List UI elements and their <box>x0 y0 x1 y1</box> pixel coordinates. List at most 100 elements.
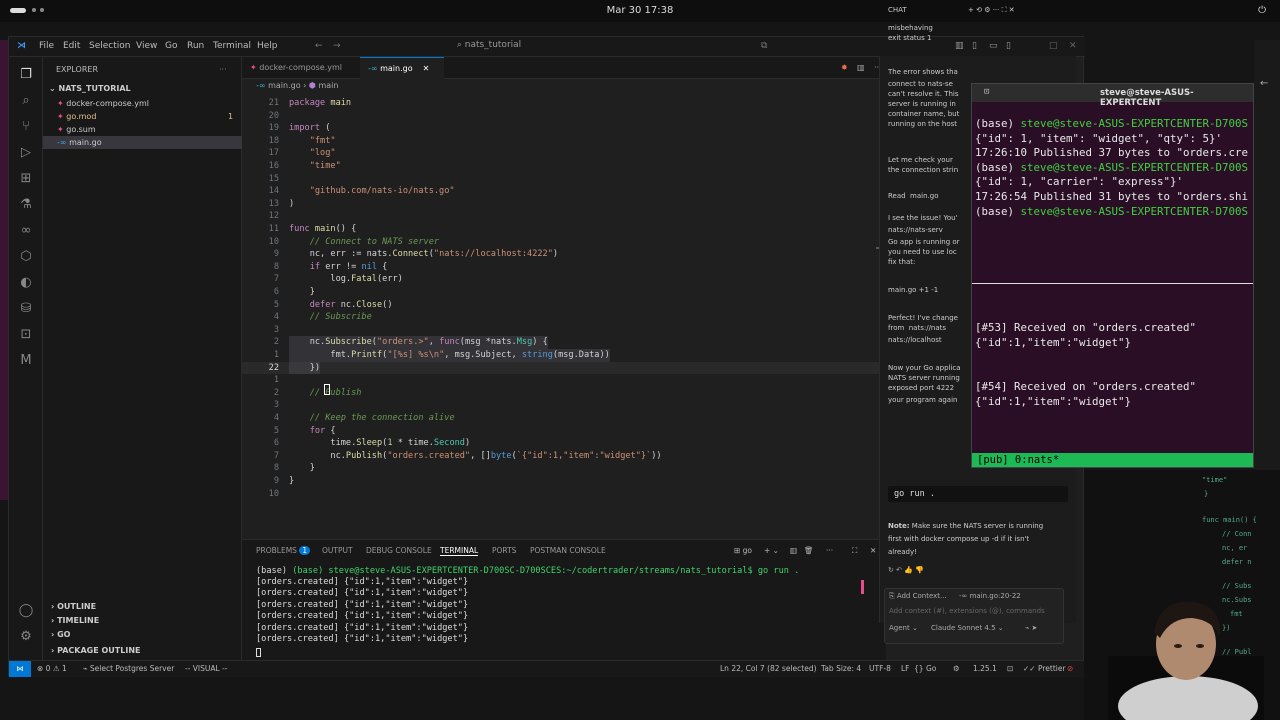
menu-go[interactable]: Go <box>165 41 177 51</box>
go-section[interactable]: › GO <box>43 628 242 641</box>
git-graph-icon[interactable]: ◐ <box>18 275 34 291</box>
menu-terminal[interactable]: Terminal <box>213 41 251 51</box>
prettier-status[interactable]: ✓✓ Prettier <box>1023 664 1066 673</box>
kill-terminal-icon[interactable]: 🗑 <box>804 546 814 555</box>
undo-icon[interactable]: ↶ <box>896 566 904 574</box>
send-icon[interactable]: ⌁ ➤ <box>1025 624 1037 634</box>
thumbs-up-icon[interactable]: 👍 <box>904 566 915 574</box>
retry-icon[interactable]: ↻ <box>888 566 896 574</box>
manage-gear-icon[interactable]: ⚙ <box>18 629 34 645</box>
tab-ports[interactable]: PORTS <box>492 546 516 555</box>
terminal-scrollbar[interactable] <box>861 580 864 594</box>
more-actions-icon[interactable]: ··· <box>826 546 833 555</box>
terminal-go-icon[interactable]: ⊞ go <box>734 546 752 555</box>
account-icon[interactable]: ◯ <box>18 603 34 619</box>
history-icon[interactable]: ⟲ <box>976 6 984 14</box>
power-icon[interactable]: ⏻ <box>1258 5 1266 16</box>
back-arrow-icon[interactable]: ← <box>315 41 323 51</box>
code-line[interactable]: 1 fmt.Printf("[%s] %s\n", msg.Subject, s… <box>242 349 886 362</box>
docker-icon[interactable]: ⬡ <box>18 249 34 265</box>
code-line[interactable]: 12 <box>242 210 886 223</box>
maximize-icon[interactable]: □ <box>1049 41 1058 51</box>
file-docker-compose[interactable]: ✦ docker-compose.yml <box>43 97 242 110</box>
copilot-status-icon[interactable]: ⊡ <box>1007 664 1013 673</box>
code-line[interactable]: 3 <box>242 324 886 337</box>
code-line[interactable]: 10 <box>242 488 886 501</box>
breadcrumb-symbol[interactable]: main <box>318 81 338 90</box>
explorer-icon[interactable]: ❐ <box>18 67 34 83</box>
breadcrumb-file[interactable]: main.go <box>268 81 301 90</box>
package-outline-section[interactable]: › PACKAGE OUTLINE <box>43 644 242 657</box>
file-go-mod[interactable]: ✦ go.mod 1 <box>43 110 242 123</box>
code-line[interactable]: 15 <box>242 173 886 186</box>
chat-input-box[interactable]: ⎘ Add Context... -∞ main.go:20-22 Add co… <box>884 588 1064 644</box>
toggle-panel-icon[interactable]: ▭ <box>989 41 998 51</box>
tab-debug-console[interactable]: DEBUG CONSOLE <box>366 546 432 555</box>
code-line[interactable]: 2 nc.Subscribe("orders.>", func(msg *nat… <box>242 336 886 349</box>
toggle-secondary-sidebar-icon[interactable]: ▯ <box>1006 41 1011 51</box>
code-line[interactable]: 4 // Subscribe <box>242 311 886 324</box>
context-chip[interactable]: -∞ main.go:20-22 <box>959 592 1021 602</box>
clock[interactable]: Mar 30 17:38 <box>0 5 1280 16</box>
menu-selection[interactable]: Selection <box>89 41 130 51</box>
close-window-icon[interactable]: ✕ <box>1069 41 1077 51</box>
sparkle-icon[interactable]: ✸ <box>833 57 848 79</box>
code-line[interactable]: 9 nc, err := nats.Connect("nats://localh… <box>242 248 886 261</box>
menu-view[interactable]: View <box>136 41 157 51</box>
database-icon[interactable]: ⛁ <box>18 301 34 317</box>
more-actions-icon[interactable]: ··· <box>219 63 239 76</box>
code-line[interactable]: 14 "github.com/nats-io/nats.go" <box>242 185 886 198</box>
tab-problems[interactable]: PROBLEMS 1 <box>256 546 311 555</box>
tab-output[interactable]: OUTPUT <box>322 546 353 555</box>
thumbs-down-icon[interactable]: 👎 <box>915 566 924 574</box>
remote-indicator-icon[interactable]: ⋈ <box>9 661 31 677</box>
menu-run[interactable]: Run <box>187 41 204 51</box>
code-line[interactable]: 8 if err != nil { <box>242 261 886 274</box>
code-line[interactable]: 8 } <box>242 462 886 475</box>
search-icon[interactable]: ⌕ <box>18 93 34 109</box>
code-line[interactable]: 7 nc.Publish("orders.created", []byte(`{… <box>242 450 886 463</box>
tab-size[interactable]: Tab Size: 4 <box>821 664 861 673</box>
tab-terminal[interactable]: TERMINAL <box>440 546 479 556</box>
code-line[interactable]: 11 func main() { <box>242 223 886 236</box>
code-line[interactable]: 21 package main <box>242 97 886 110</box>
new-chat-icon[interactable]: + <box>968 6 976 14</box>
new-tab-icon[interactable]: ⊡ <box>984 87 989 97</box>
close-icon[interactable]: ✕ <box>1009 6 1015 14</box>
code-line[interactable]: 1 <box>242 374 886 387</box>
file-main-go[interactable]: -∞ main.go <box>43 136 242 149</box>
testing-icon[interactable]: ⚗ <box>18 197 34 213</box>
code-line[interactable]: 3 <box>242 399 886 412</box>
code-line[interactable]: 20 <box>242 110 886 123</box>
line-ending[interactable]: LF <box>901 664 910 673</box>
code-line[interactable]: 13) <box>242 198 886 211</box>
problems-status[interactable]: ⊗ 0 ⚠ 1 <box>37 664 67 673</box>
go-version[interactable]: 1.25.1 <box>973 664 997 673</box>
tab-docker-compose[interactable]: ✦ docker-compose.yml <box>242 57 360 79</box>
outline-section[interactable]: › OUTLINE <box>43 600 242 613</box>
code-line[interactable]: 6 } <box>242 286 886 299</box>
close-panel-icon[interactable]: ✕ <box>870 546 876 555</box>
command-center-search[interactable]: ⌕ nats_tutorial <box>339 40 639 54</box>
code-line[interactable]: 2 // Publish <box>242 387 886 400</box>
maximize-panel-icon[interactable]: ⛶ <box>852 546 857 556</box>
tab-main-go[interactable]: -∞ main.go ✕ <box>360 57 444 79</box>
settings-gear-icon[interactable]: ⚙ <box>984 6 993 14</box>
source-control-icon[interactable]: ⑂ <box>18 119 34 135</box>
cursor-position[interactable]: Ln 22, Col 7 (82 selected) <box>720 664 817 673</box>
model-picker[interactable]: Claude Sonnet 4.5 ⌄ <box>931 624 1004 634</box>
postgres-status[interactable]: ⌁ Select Postgres Server <box>83 664 174 673</box>
code-line[interactable]: 4 // Keep the connection alive <box>242 412 886 425</box>
copilot-chat-icon[interactable]: ⊡ <box>18 327 34 343</box>
more-actions-icon[interactable]: ··· <box>993 6 1002 14</box>
chat-input-placeholder[interactable]: Add context (#), extensions (@), command… <box>889 607 1045 617</box>
code-line[interactable]: 9} <box>242 475 886 488</box>
code-line[interactable]: 5 for { <box>242 425 886 438</box>
timeline-section[interactable]: › TIMELINE <box>43 614 242 627</box>
split-terminal-icon[interactable]: ▥ <box>790 546 797 555</box>
notifications-icon[interactable]: ⊘ <box>1067 664 1073 673</box>
go-version-icon[interactable]: ⚙ <box>953 664 960 673</box>
code-line[interactable]: 6 time.Sleep(1 * time.Second) <box>242 437 886 450</box>
code-line[interactable]: 17 "log" <box>242 147 886 160</box>
maximize-icon[interactable]: ⛶ <box>1002 6 1009 14</box>
